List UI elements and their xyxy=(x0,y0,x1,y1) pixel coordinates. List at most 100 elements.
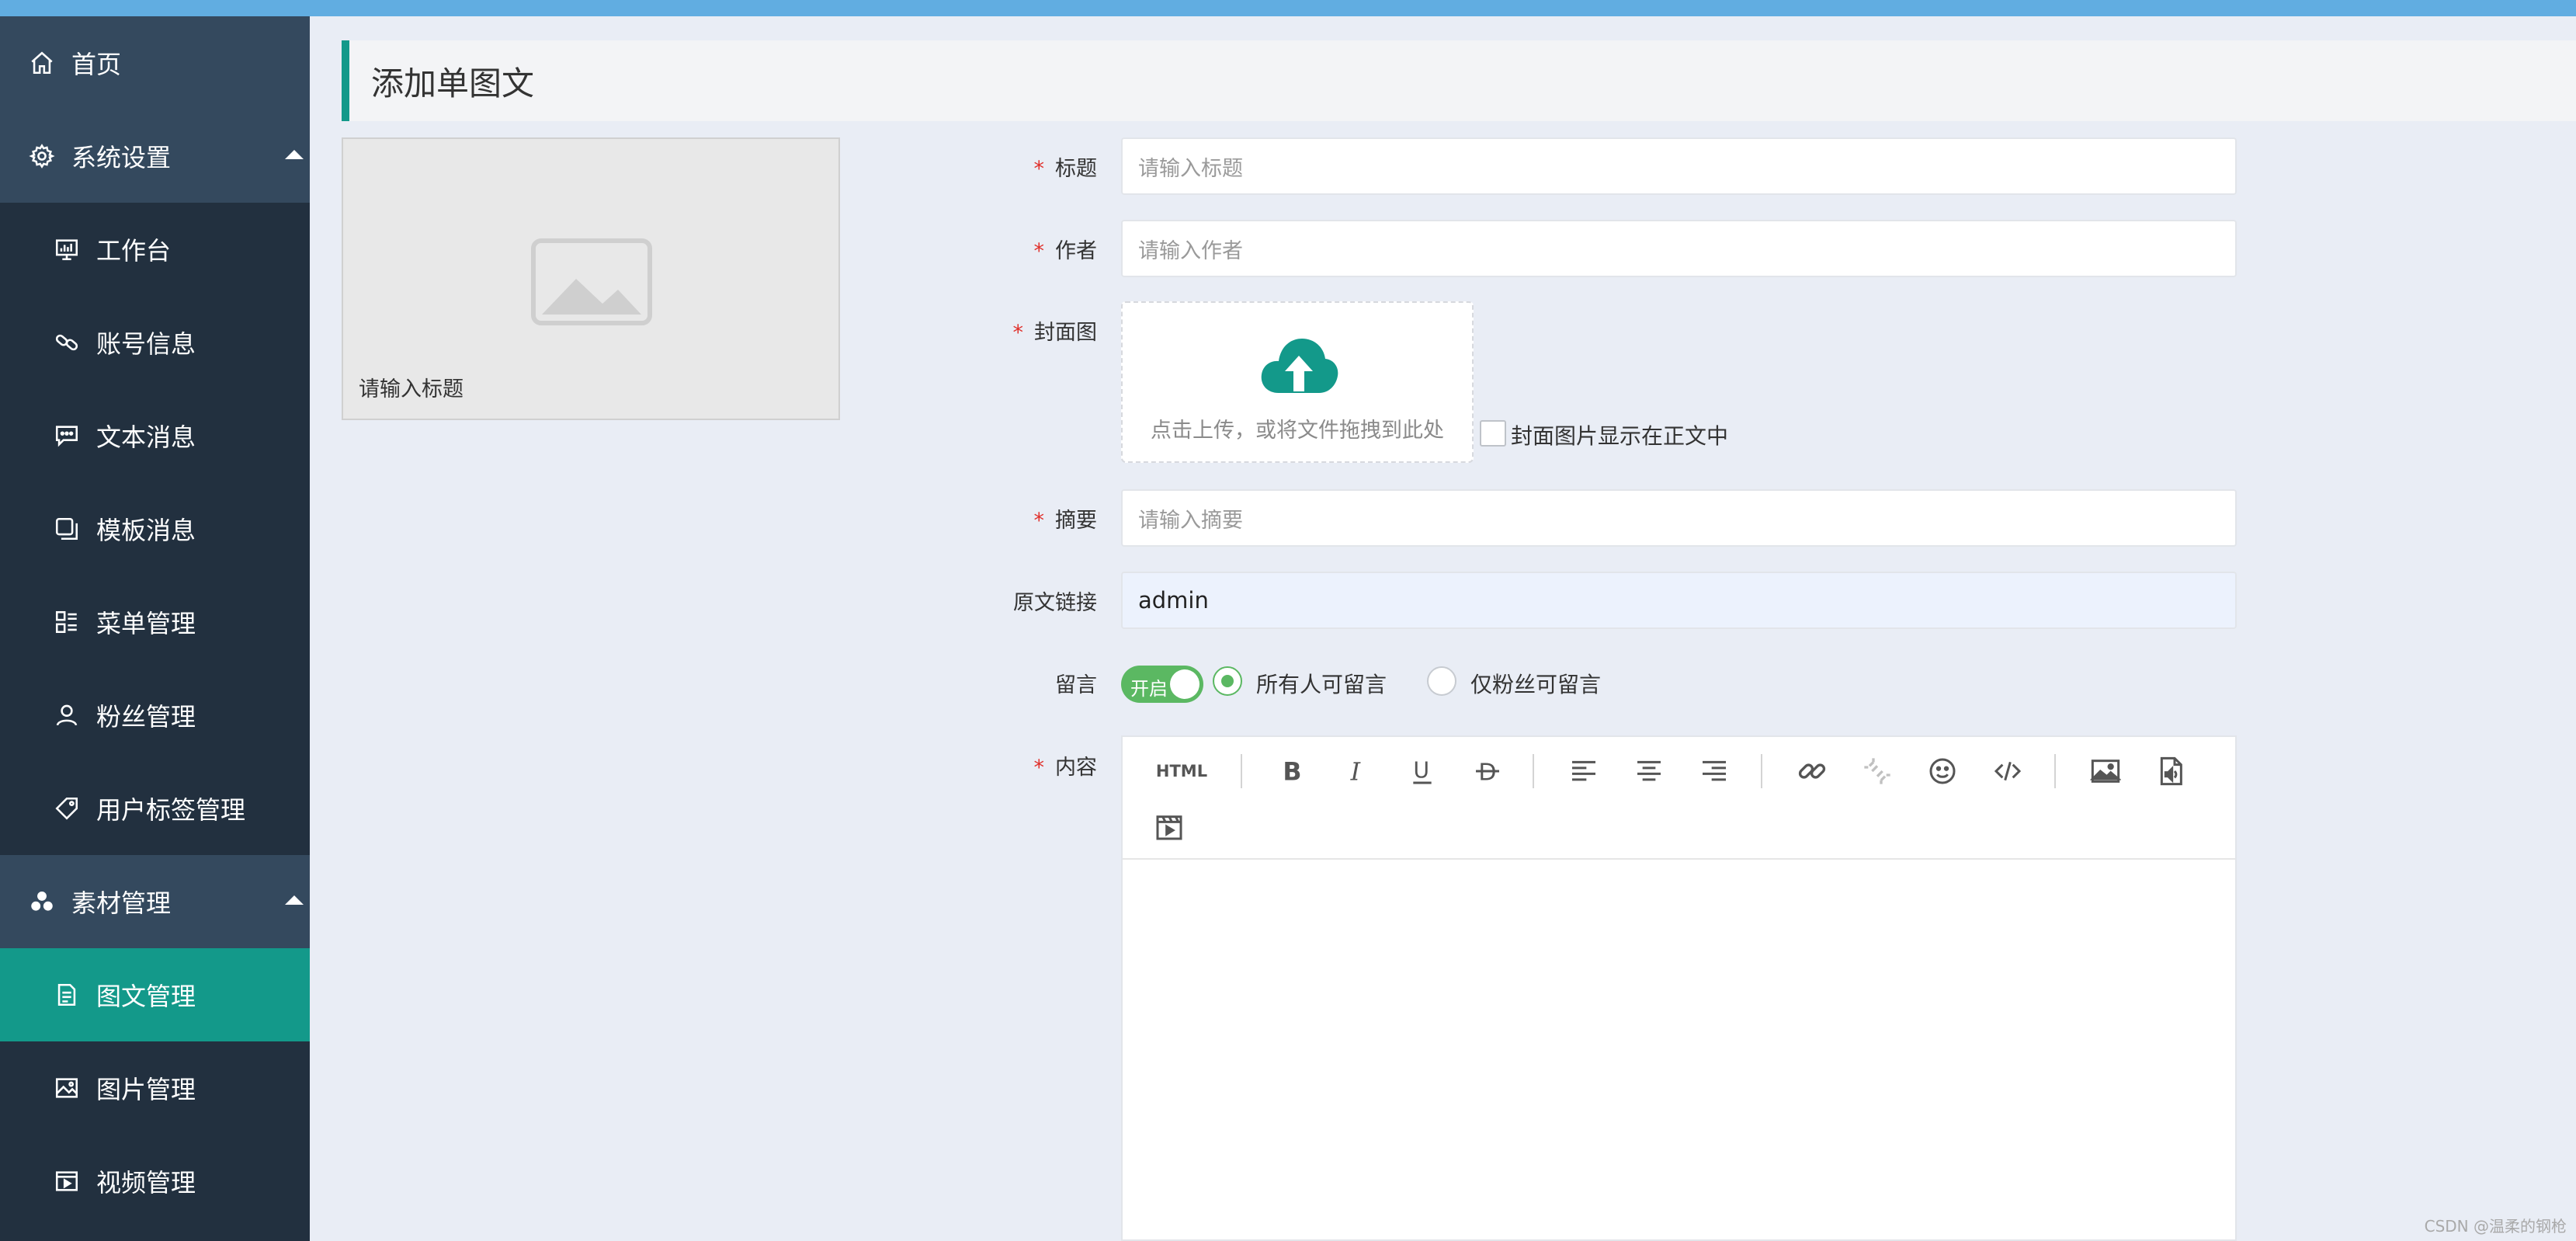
sidebar-item-label: 首页 xyxy=(71,50,122,79)
source-link-input[interactable]: admin xyxy=(1121,572,2237,629)
sidebar-item-label: 菜单管理 xyxy=(96,609,196,638)
sidebar-item-label: 素材管理 xyxy=(71,888,172,918)
required-mark: * xyxy=(1033,756,1045,780)
unlink-icon xyxy=(1864,758,1890,784)
audio-file-icon xyxy=(2160,756,2182,786)
code-button[interactable] xyxy=(1989,753,2026,790)
cover-in-body-label[interactable]: 封面图片显示在正文中 xyxy=(1511,419,1728,450)
code-icon xyxy=(1994,761,2022,781)
sidebar-item-user-tags[interactable]: 用户标签管理 xyxy=(0,762,310,855)
sidebar-item-system-settings[interactable]: 系统设置 xyxy=(0,110,310,203)
cloud-upload-icon xyxy=(1261,339,1338,393)
svg-text:I: I xyxy=(1350,759,1362,787)
author-label: * 作者 xyxy=(1033,239,1098,263)
bold-button[interactable]: B xyxy=(1273,753,1311,790)
video-icon xyxy=(1156,815,1182,840)
sidebar-item-article-management[interactable]: 图文管理 xyxy=(0,948,310,1041)
gear-icon xyxy=(28,142,56,170)
message-icon xyxy=(53,422,81,450)
align-left-icon xyxy=(1572,760,1595,781)
image-icon xyxy=(53,1074,81,1102)
underline-button[interactable]: U xyxy=(1404,753,1441,790)
summary-label: * 摘要 xyxy=(1033,509,1098,533)
summary-input[interactable]: 请输入摘要 xyxy=(1121,489,2237,547)
sidebar-item-label: 视频管理 xyxy=(96,1168,196,1198)
radio-everyone[interactable] xyxy=(1213,666,1242,696)
insert-audio-button[interactable] xyxy=(2152,753,2189,790)
italic-button[interactable]: I xyxy=(1338,753,1376,790)
sidebar-item-label: 系统设置 xyxy=(71,143,172,172)
sidebar-item-workbench[interactable]: 工作台 xyxy=(0,203,310,296)
strikethrough-icon: D xyxy=(1476,760,1499,787)
user-icon xyxy=(53,701,81,729)
sidebar-item-label: 工作台 xyxy=(96,236,172,266)
toolbar-divider xyxy=(1241,754,1242,788)
svg-text:D: D xyxy=(1478,760,1496,787)
sidebar-item-label: 粉丝管理 xyxy=(96,702,196,732)
caret-up-icon xyxy=(285,895,304,905)
sidebar-item-fans-management[interactable]: 粉丝管理 xyxy=(0,669,310,762)
page-header: 添加单图文 xyxy=(342,40,2576,121)
comment-toggle[interactable]: 开启 xyxy=(1121,666,1203,703)
align-right-icon xyxy=(1703,760,1726,781)
radio-fans-only-label[interactable]: 仅粉丝可留言 xyxy=(1470,668,1601,699)
insert-link-button[interactable] xyxy=(1793,753,1831,790)
emoji-icon xyxy=(1929,758,1956,784)
sidebar-item-label: 文本消息 xyxy=(96,422,196,452)
toolbar-divider xyxy=(1761,754,1762,788)
link-icon xyxy=(1798,763,1826,779)
sidebar-item-materials[interactable]: 素材管理 xyxy=(0,855,310,948)
italic-icon: I xyxy=(1350,759,1362,787)
unlink-button[interactable] xyxy=(1859,753,1896,790)
svg-text:U: U xyxy=(1413,757,1429,783)
comment-label: 留言 xyxy=(1055,673,1097,697)
align-right-button[interactable] xyxy=(1696,753,1733,790)
sidebar-item-label: 图文管理 xyxy=(96,982,196,1011)
align-left-button[interactable] xyxy=(1565,753,1602,790)
home-icon xyxy=(28,49,56,77)
upload-hint: 点击上传，或将文件拖拽到此处 xyxy=(1151,419,1444,443)
strikethrough-button[interactable]: D xyxy=(1469,753,1506,790)
preview-title: 请输入标题 xyxy=(359,377,463,402)
html-button[interactable]: HTML xyxy=(1151,753,1213,790)
sidebar-item-text-messages[interactable]: 文本消息 xyxy=(0,389,310,482)
required-mark: * xyxy=(1033,157,1045,181)
tag-icon xyxy=(53,794,81,822)
sidebar-item-account-info[interactable]: 账号信息 xyxy=(0,296,310,389)
author-input[interactable]: 请输入作者 xyxy=(1121,220,2237,277)
align-center-button[interactable] xyxy=(1630,753,1668,790)
article-preview-card[interactable]: 请输入标题 xyxy=(342,137,840,420)
sidebar-item-template-messages[interactable]: 模板消息 xyxy=(0,482,310,575)
sidebar-item-menu-management[interactable]: 菜单管理 xyxy=(0,575,310,669)
rich-text-editor[interactable]: HTML B I U D xyxy=(1121,735,2237,1241)
svg-text:B: B xyxy=(1283,759,1301,787)
sidebar-item-image-management[interactable]: 图片管理 xyxy=(0,1041,310,1135)
bold-icon: B xyxy=(1283,759,1301,787)
image-placeholder-icon xyxy=(531,238,652,325)
watermark: CSDN @温柔的钢枪 xyxy=(2424,1217,2567,1236)
source-link-label: 原文链接 xyxy=(1013,591,1097,615)
emoji-button[interactable] xyxy=(1924,753,1961,790)
editor-toolbar: HTML B I U D xyxy=(1123,737,2235,860)
materials-icon xyxy=(28,888,56,916)
sidebar-item-label: 图片管理 xyxy=(96,1075,196,1104)
top-bar xyxy=(0,0,2576,16)
required-mark: * xyxy=(1012,321,1024,345)
radio-fans-only[interactable] xyxy=(1427,666,1456,696)
cover-upload-area[interactable]: 点击上传，或将文件拖拽到此处 xyxy=(1121,301,1474,463)
cover-in-body-checkbox[interactable] xyxy=(1480,420,1506,447)
insert-video-button[interactable] xyxy=(1151,808,1188,846)
insert-image-button[interactable] xyxy=(2087,753,2124,790)
sidebar: 首页 系统设置 工作台 账号信息 文本消息 模板消息 菜单管理 粉丝管理 用户标… xyxy=(0,16,310,1241)
content-label: * 内容 xyxy=(1033,756,1098,780)
link-icon xyxy=(53,328,81,356)
sidebar-item-label: 账号信息 xyxy=(96,329,196,359)
align-center-icon xyxy=(1637,760,1661,781)
sidebar-item-home[interactable]: 首页 xyxy=(0,16,310,110)
title-input[interactable]: 请输入标题 xyxy=(1121,137,2237,195)
underline-icon: U xyxy=(1413,757,1432,784)
required-mark: * xyxy=(1033,239,1045,263)
radio-everyone-label[interactable]: 所有人可留言 xyxy=(1256,668,1387,699)
sidebar-item-video-management[interactable]: 视频管理 xyxy=(0,1135,310,1228)
editor-content-area[interactable] xyxy=(1123,860,2235,1239)
